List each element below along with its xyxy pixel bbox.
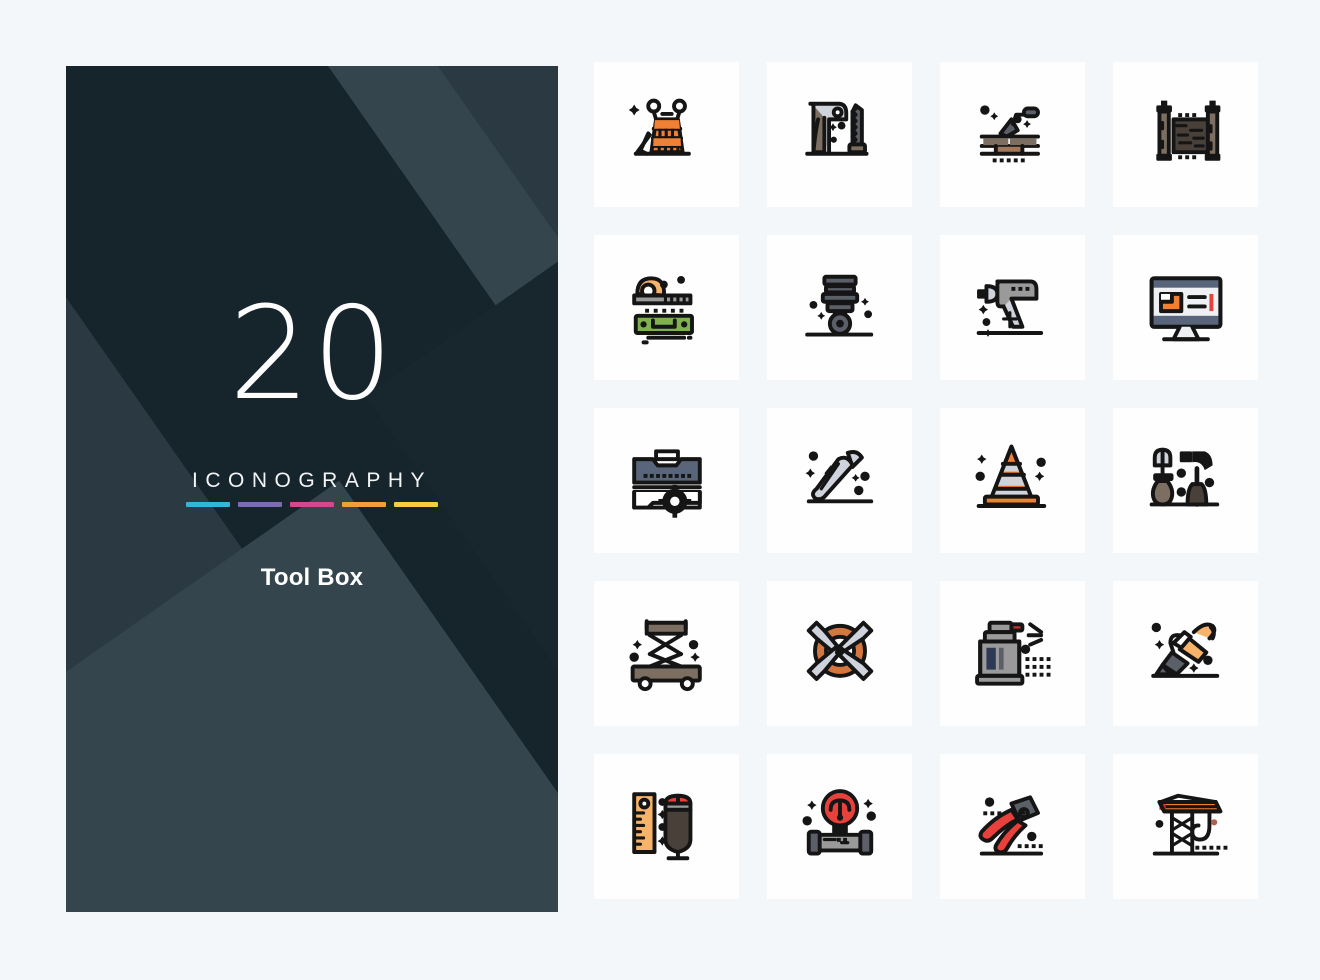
bar-purple xyxy=(238,502,282,507)
icon-card-4[interactable] xyxy=(1113,62,1258,207)
icon-count: 20 xyxy=(228,280,396,429)
color-bar-group xyxy=(186,502,438,507)
cover-title: Tool Box xyxy=(260,564,364,591)
screwdriver-hammer-icon xyxy=(1136,431,1236,531)
icon-card-6[interactable] xyxy=(767,235,912,380)
bar-yellow xyxy=(394,502,438,507)
wooden-fence-icon xyxy=(1136,85,1236,185)
slide-canvas: 20 ICONOGRAPHY Tool Box xyxy=(0,0,1320,980)
pressure-gauge-pipe-icon xyxy=(790,777,890,877)
icon-card-5[interactable] xyxy=(594,235,739,380)
icon-card-2[interactable] xyxy=(767,62,912,207)
construction-barrier-icon xyxy=(617,85,717,185)
icon-card-11[interactable] xyxy=(940,408,1085,553)
paint-roller-brush-icon xyxy=(1136,604,1236,704)
icon-card-13[interactable] xyxy=(594,581,739,726)
icon-card-18[interactable] xyxy=(767,754,912,899)
icon-card-8[interactable] xyxy=(1113,235,1258,380)
piston-icon xyxy=(790,258,890,358)
icon-card-10[interactable] xyxy=(767,408,912,553)
icon-card-17[interactable] xyxy=(594,754,739,899)
icon-card-3[interactable] xyxy=(940,62,1085,207)
icon-card-14[interactable] xyxy=(767,581,912,726)
bar-pink xyxy=(290,502,334,507)
scissor-lift-icon xyxy=(617,604,717,704)
toolbox-gear-icon xyxy=(617,431,717,531)
icon-card-7[interactable] xyxy=(940,235,1085,380)
tower-crane-icon xyxy=(1136,777,1236,877)
pipe-wrench-icon xyxy=(790,431,890,531)
power-drill-icon xyxy=(963,258,1063,358)
icon-card-16[interactable] xyxy=(1113,581,1258,726)
pliers-icon xyxy=(963,777,1063,877)
axe-saw-icon xyxy=(790,85,890,185)
cover-panel: 20 ICONOGRAPHY Tool Box xyxy=(66,66,558,912)
icon-card-20[interactable] xyxy=(1113,754,1258,899)
bar-orange xyxy=(342,502,386,507)
icon-card-1[interactable] xyxy=(594,62,739,207)
spray-paint-can-icon xyxy=(963,604,1063,704)
industrial-fan-icon xyxy=(790,604,890,704)
ruler-pencil-icon xyxy=(617,777,717,877)
icon-card-15[interactable] xyxy=(940,581,1085,726)
monitor-blueprint-icon xyxy=(1136,258,1236,358)
icon-card-9[interactable] xyxy=(594,408,739,553)
trowel-brick-wall-icon xyxy=(963,85,1063,185)
cover-subtitle: ICONOGRAPHY xyxy=(191,469,433,492)
icon-card-19[interactable] xyxy=(940,754,1085,899)
measuring-tape-level-icon xyxy=(617,258,717,358)
icon-grid xyxy=(594,62,1258,899)
icon-card-12[interactable] xyxy=(1113,408,1258,553)
bar-cyan xyxy=(186,502,230,507)
traffic-cone-icon xyxy=(963,431,1063,531)
